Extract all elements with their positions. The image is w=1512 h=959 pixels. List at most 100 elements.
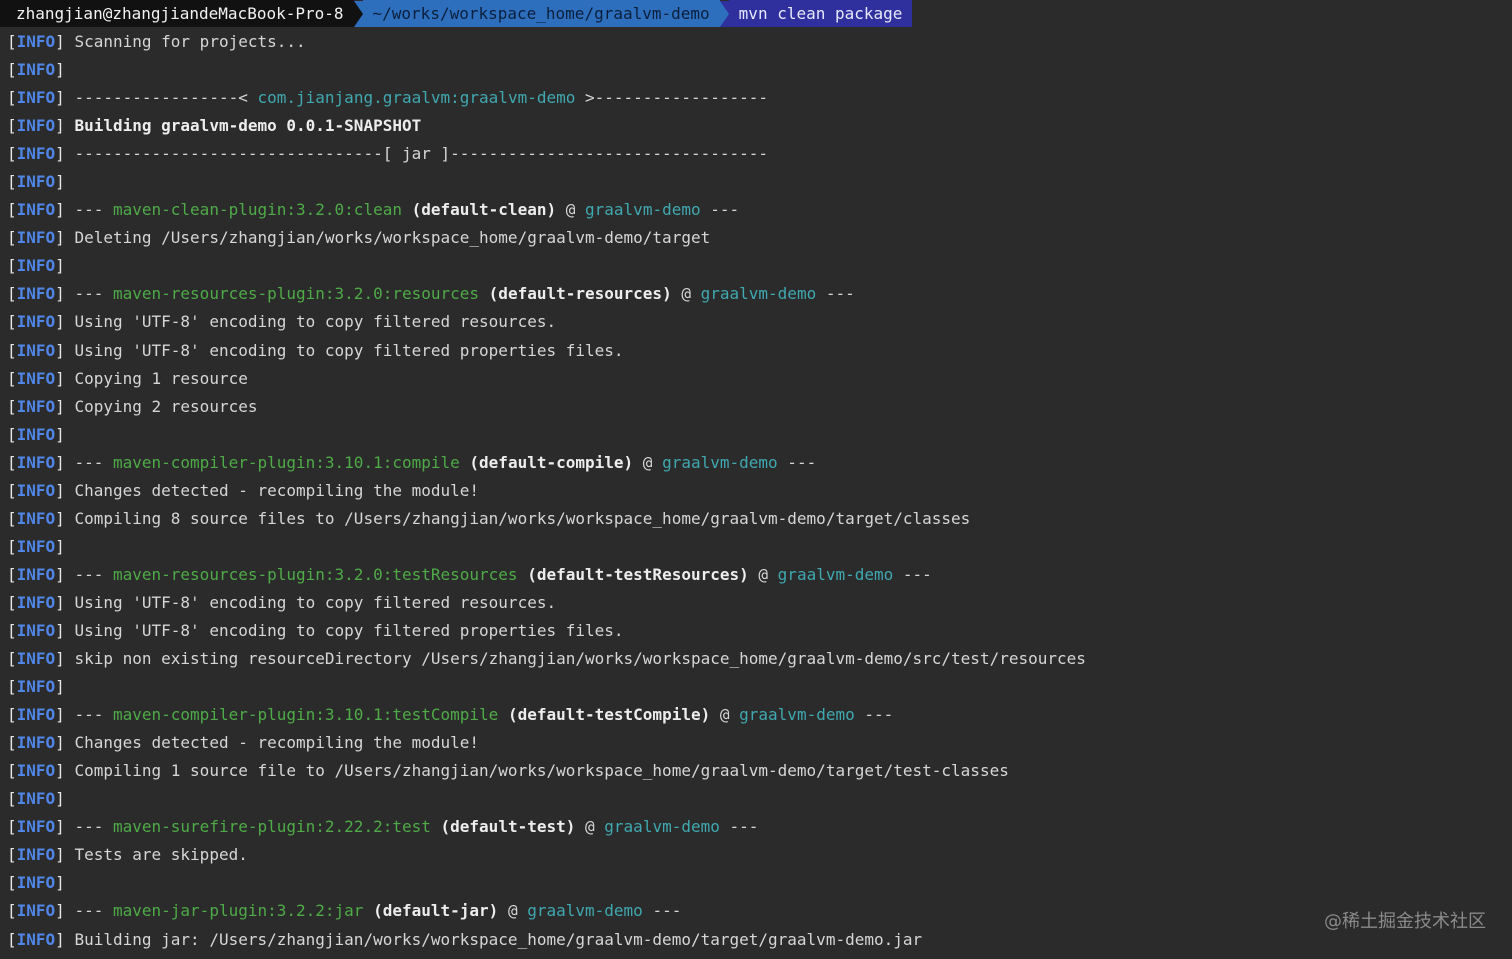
at-sign: @ — [498, 901, 528, 921]
log-line: [INFO] Changes detected - recompiling th… — [7, 477, 1512, 505]
bracket-open: [ — [7, 312, 17, 332]
log-line: [INFO] — [7, 56, 1512, 84]
bracket-open: [ — [7, 592, 17, 612]
bracket-close: ] — [55, 705, 65, 725]
log-level: INFO — [16, 564, 56, 584]
project-name: graalvm-demo — [739, 705, 855, 725]
log-message: Scanning for projects... — [74, 32, 306, 51]
log-level: INFO — [16, 649, 56, 669]
log-line: [INFO] — [7, 785, 1512, 813]
log-level: INFO — [16, 845, 56, 865]
terminal-window[interactable]: zhangjian@zhangjiandeMacBook-Pro-8 ~/wor… — [0, 0, 1512, 954]
log-message-bold: Building graalvm-demo 0.0.1-SNAPSHOT — [74, 116, 422, 136]
dashes: --- — [64, 817, 113, 837]
log-level: INFO — [16, 901, 56, 921]
log-level: INFO — [16, 88, 56, 108]
bracket-open: [ — [7, 88, 17, 108]
log-line: [INFO] Building graalvm-demo 0.0.1-SNAPS… — [7, 112, 1512, 140]
log-line: [INFO] -----------------< com.jianjang.g… — [7, 84, 1512, 112]
bracket-open: [ — [7, 705, 17, 725]
bracket-open: [ — [7, 200, 17, 220]
log-level: INFO — [16, 60, 56, 80]
separator-right: >------------------ — [575, 88, 769, 108]
project-name: graalvm-demo — [662, 452, 778, 472]
plugin-goal: maven-resources-plugin:3.2.0:resources — [112, 284, 480, 304]
bracket-open: [ — [7, 677, 17, 697]
log-line: [INFO] --- maven-compiler-plugin:3.10.1:… — [7, 449, 1512, 477]
execution-id: (default-testCompile) — [507, 705, 711, 725]
dashes: --- — [642, 901, 682, 921]
watermark: @稀土掘金技术社区 — [1324, 911, 1486, 932]
log-message: Copying 2 resources — [74, 396, 258, 416]
execution-id: (default-jar) — [373, 901, 499, 921]
bracket-open: [ — [7, 284, 17, 304]
log-message: Compiling 1 source file to /Users/zhangj… — [74, 761, 1009, 781]
prompt-separator-arrow — [719, 0, 729, 27]
log-level: INFO — [16, 733, 56, 753]
log-level: INFO — [16, 172, 56, 192]
log-line: [INFO] --- maven-jar-plugin:3.2.2:jar (d… — [7, 897, 1512, 925]
log-level: INFO — [16, 396, 56, 416]
log-line: [INFO] — [7, 168, 1512, 196]
at-sign: @ — [633, 452, 663, 472]
bracket-open: [ — [7, 340, 17, 360]
log-message: Changes detected - recompiling the modul… — [74, 733, 480, 753]
log-line: [INFO] — [7, 252, 1512, 280]
log-line: [INFO] --- maven-surefire-plugin:2.22.2:… — [7, 813, 1512, 841]
log-level: INFO — [16, 536, 56, 556]
bracket-close: ] — [55, 845, 65, 865]
at-sign: @ — [575, 817, 605, 837]
dashes: --- — [64, 284, 113, 304]
log-line: [INFO] Tests are skipped. — [7, 841, 1512, 869]
bracket-open: [ — [7, 901, 17, 921]
bracket-close: ] — [55, 228, 65, 248]
bracket-close: ] — [55, 592, 65, 612]
execution-id: (default-test) — [440, 817, 576, 837]
bracket-close: ] — [55, 88, 65, 108]
log-line: [INFO] skip non existing resourceDirecto… — [7, 645, 1512, 673]
bracket-close: ] — [55, 32, 65, 51]
project-name: graalvm-demo — [527, 901, 643, 921]
at-sign: @ — [748, 564, 778, 584]
log-level: INFO — [16, 789, 56, 809]
log-line: [INFO] Compiling 1 source file to /Users… — [7, 757, 1512, 785]
dashes: --- — [719, 817, 759, 837]
log-message: Using 'UTF-8' encoding to copy filtered … — [74, 340, 624, 360]
bracket-open: [ — [7, 817, 17, 837]
bracket-open: [ — [7, 929, 17, 949]
dashes: --- — [64, 452, 113, 472]
bracket-open: [ — [7, 60, 17, 80]
plugin-goal: maven-compiler-plugin:3.10.1:testCompile — [112, 705, 499, 725]
bracket-open: [ — [7, 733, 17, 753]
bracket-open: [ — [7, 172, 17, 192]
bracket-close: ] — [55, 733, 65, 753]
bracket-open: [ — [7, 536, 17, 556]
bracket-close: ] — [55, 340, 65, 360]
bracket-open: [ — [7, 508, 17, 528]
log-level: INFO — [16, 592, 56, 612]
bracket-close: ] — [55, 480, 65, 500]
bracket-close: ] — [55, 284, 65, 304]
log-message: Changes detected - recompiling the modul… — [74, 480, 480, 500]
log-line: [INFO] Deleting /Users/zhangjian/works/w… — [7, 224, 1512, 252]
prompt-separator-arrow — [353, 0, 363, 27]
bracket-close: ] — [55, 929, 65, 949]
execution-id: (default-testResources) — [527, 564, 749, 584]
at-sign: @ — [671, 284, 701, 304]
bracket-open: [ — [7, 256, 17, 276]
bracket-close: ] — [55, 312, 65, 332]
log-level: INFO — [16, 424, 56, 444]
log-level: INFO — [16, 32, 56, 51]
